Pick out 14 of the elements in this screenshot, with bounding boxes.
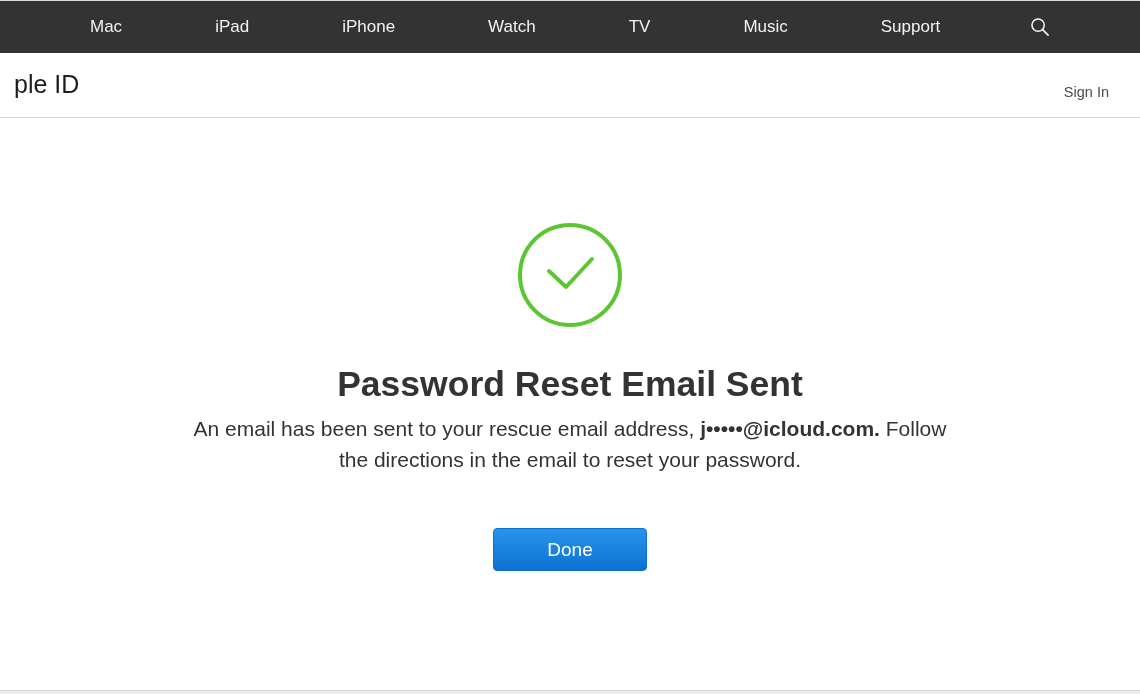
sign-in-link[interactable]: Sign In (1063, 83, 1109, 100)
confirmation-message: An email has been sent to your rescue email address, j•••••@icloud.com. Follow the directions in the email to reset your password. (192, 416, 948, 473)
check-circle-icon (516, 221, 624, 329)
nav-link[interactable]: TV (628, 17, 651, 37)
nav-link[interactable]: Support (880, 17, 941, 37)
nav-link[interactable]: Music (743, 17, 788, 37)
nav-link[interactable]: Mac (90, 17, 123, 37)
done-button[interactable]: Done (493, 528, 647, 571)
nav-link[interactable]: iPad (215, 17, 250, 37)
nav-link[interactable]: iPhone (342, 17, 396, 37)
confirmation-title: Password Reset Email Sent (337, 364, 803, 404)
page-title: ple ID (13, 69, 80, 99)
nav-link[interactable]: Watch (488, 17, 536, 37)
search-icon[interactable] (1031, 18, 1050, 36)
